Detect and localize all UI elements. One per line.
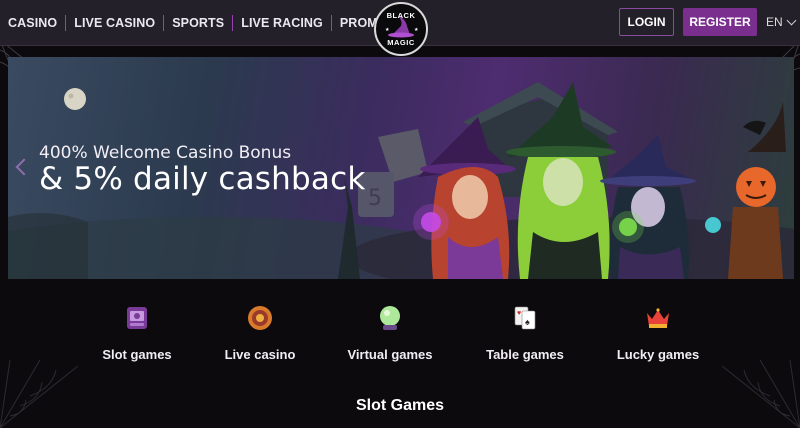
main-nav: CASINO LIVE CASINO SPORTS LIVE RACING PR…	[0, 0, 434, 46]
register-button[interactable]: REGISTER	[683, 8, 757, 36]
category-lucky-games[interactable]: Lucky games	[593, 305, 723, 362]
top-header: CASINO LIVE CASINO SPORTS LIVE RACING PR…	[0, 0, 800, 56]
category-label: Live casino	[224, 347, 296, 362]
crown-icon	[647, 308, 669, 328]
hero-banner[interactable]: 5 400% Welcome Casino Bonus & 5% daily c…	[8, 57, 794, 279]
hero-subtitle: 400% Welcome Casino Bonus	[39, 143, 292, 163]
svg-text:5: 5	[368, 186, 382, 211]
logo-text-bottom: MAGIC	[387, 38, 415, 47]
language-label: EN	[766, 15, 783, 29]
svg-text:★: ★	[414, 27, 419, 33]
svg-text:★: ★	[385, 27, 390, 33]
category-label: Slot games	[102, 347, 172, 362]
svg-text:♥: ♥	[517, 310, 521, 317]
nav-sports[interactable]: SPORTS	[164, 15, 232, 31]
crystal-ball-icon	[380, 306, 400, 330]
category-label: Table games	[486, 347, 564, 362]
logo-text-top: BLACK	[386, 11, 416, 20]
black-magic-logo[interactable]: ★ ★ BLACK MAGIC	[374, 2, 428, 56]
svg-text:♠: ♠	[525, 317, 530, 327]
game-categories: Slot games Live casino Virtual games ♥ ♠…	[0, 305, 800, 375]
nav-live-racing[interactable]: LIVE RACING	[233, 15, 331, 31]
casino-chip-icon	[248, 306, 272, 330]
category-label: Virtual games	[347, 347, 433, 362]
chevron-down-icon	[786, 15, 797, 25]
category-table-games[interactable]: ♥ ♠ Table games	[460, 305, 590, 362]
nav-live-casino[interactable]: LIVE CASINO	[66, 15, 163, 31]
category-live-casino[interactable]: Live casino	[195, 305, 325, 362]
nav-casino[interactable]: CASINO	[0, 15, 65, 31]
slot-machine-icon	[127, 307, 147, 329]
category-slot-games[interactable]: Slot games	[72, 305, 202, 362]
category-label: Lucky games	[616, 347, 700, 362]
hero-title: & 5% daily cashback	[39, 161, 366, 197]
language-selector[interactable]: EN	[766, 15, 797, 29]
login-button[interactable]: LOGIN	[619, 8, 674, 36]
category-virtual-games[interactable]: Virtual games	[325, 305, 455, 362]
section-title-slot-games: Slot Games	[355, 397, 445, 414]
playing-cards-icon: ♥ ♠	[514, 306, 536, 330]
